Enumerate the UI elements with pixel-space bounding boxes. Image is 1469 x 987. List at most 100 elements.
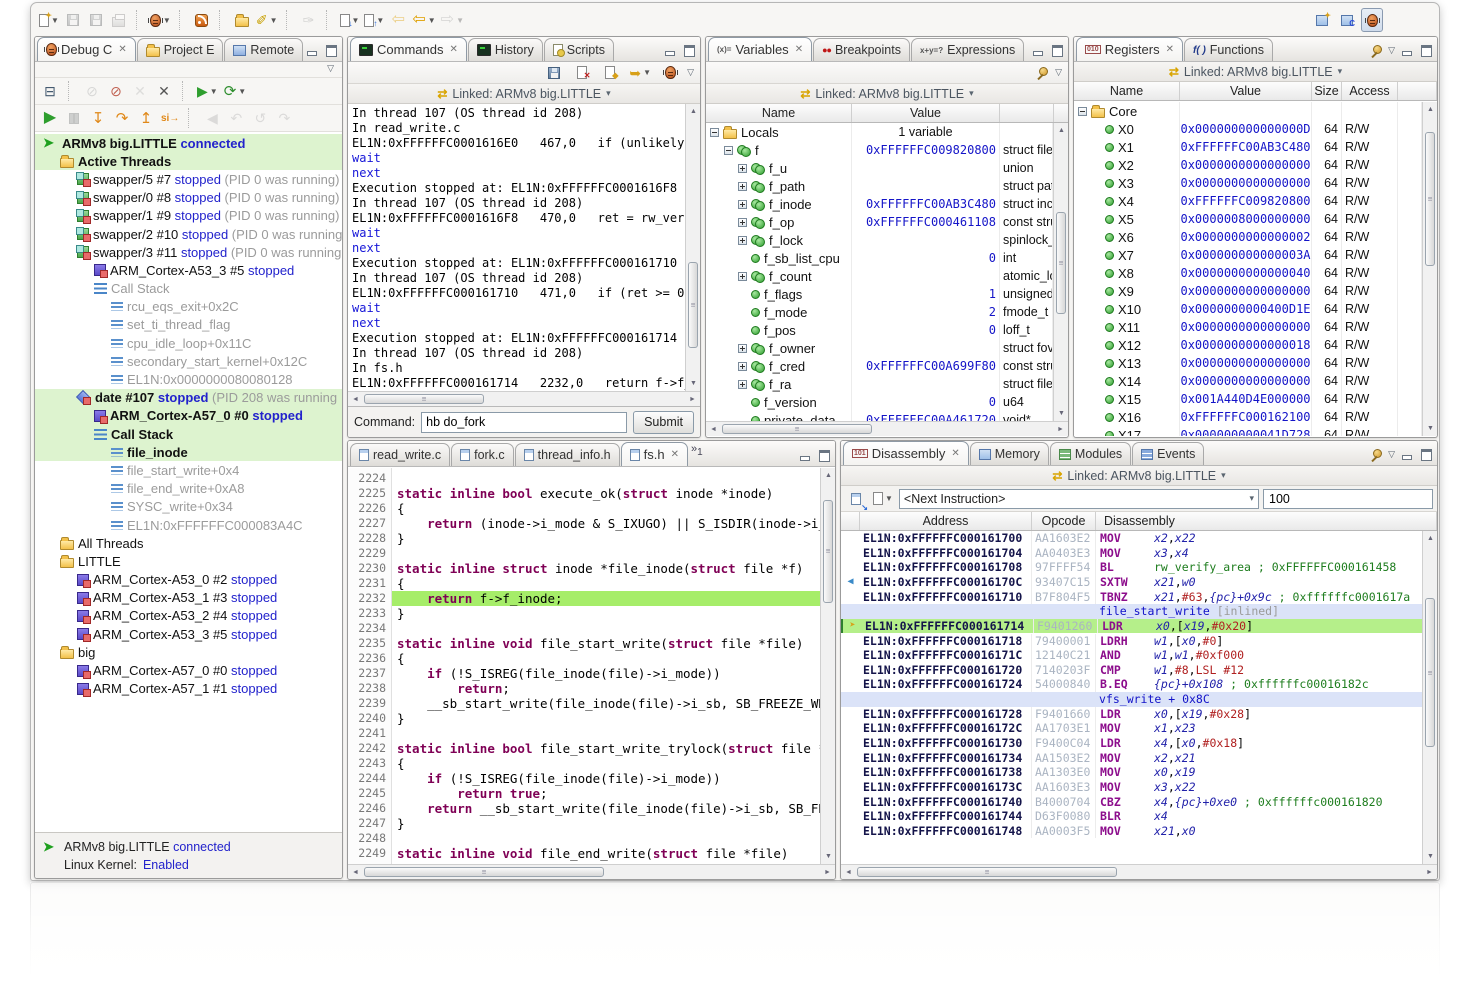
scroll-lock-button[interactable]: ◆ (599, 61, 621, 85)
variable-row[interactable]: f_cred0xFFFFFFC00A699F80const stru (706, 357, 1053, 375)
collapse-toggle[interactable] (724, 146, 733, 155)
variable-row[interactable]: Locals1 variable (706, 123, 1053, 141)
column-header-Access[interactable]: Access (1342, 82, 1398, 100)
tab-thread-info-h[interactable]: thread_info.h (515, 443, 620, 466)
scroll-up-icon[interactable]: ▲ (1423, 531, 1438, 546)
scroll-left-icon[interactable]: ◄ (841, 865, 856, 880)
connect-debugger-button[interactable] (659, 61, 681, 85)
scroll-right-icon[interactable]: ► (1053, 422, 1068, 437)
new-wizard-button[interactable]: ✦▼ (37, 8, 61, 32)
tab-functions[interactable]: f( )Functions (1184, 38, 1273, 61)
instruction-row[interactable]: EL1N:0xFFFFFFC000161748AA0003F5MOVx21,x0 (841, 824, 1422, 839)
instruction-row[interactable]: EL1N:0xFFFFFFC00016170897FFFF54BLrw_veri… (841, 560, 1422, 575)
tab-disassembly[interactable]: 101Disassembly✕ (843, 441, 969, 465)
variable-row[interactable]: private_data0xFFFFFFC00A461720void* (706, 411, 1053, 421)
scroll-down-icon[interactable]: ▼ (686, 376, 701, 391)
scroll-thumb[interactable]: ≡ (364, 867, 604, 877)
chevron-down-icon[interactable]: ▼ (238, 87, 246, 96)
variable-row[interactable]: f_ownerstruct fov (706, 339, 1053, 357)
pin-icon[interactable] (1370, 448, 1383, 461)
register-row[interactable]: X130x000000000000000064R/W (1074, 354, 1422, 372)
register-row[interactable]: X20x000000000000000064R/W (1074, 156, 1422, 174)
scroll-right-icon[interactable]: ► (820, 865, 835, 880)
debug-tree-item[interactable]: Call Stack (35, 280, 342, 298)
register-row[interactable]: X90x000000000000000064R/W (1074, 282, 1422, 300)
pin-icon[interactable] (1370, 44, 1383, 57)
register-row[interactable]: X150x001A440D4E00000064R/W (1074, 390, 1422, 408)
current-code-line[interactable]: return f->f_inode; (392, 591, 820, 606)
column-header-Value[interactable]: Value (1180, 82, 1312, 100)
register-row[interactable]: X110x000000000000000064R/W (1074, 318, 1422, 336)
submit-button[interactable]: Submit (633, 411, 694, 434)
code-line[interactable]: } (392, 816, 820, 831)
variable-row[interactable]: f_uunion (706, 159, 1053, 177)
minimize-button[interactable] (1400, 45, 1414, 57)
chevron-down-icon[interactable]: ▼ (376, 16, 384, 25)
open-perspective-button[interactable]: ✦ (1311, 8, 1333, 32)
register-row[interactable]: X80x000000000000004064R/W (1074, 264, 1422, 282)
expand-toggle[interactable] (738, 218, 747, 227)
instruction-row[interactable]: EL1N:0xFFFFFFC0001617207140203FCMPw1,#8,… (841, 663, 1422, 678)
tab-history[interactable]: History (468, 38, 543, 61)
collapse-toggle[interactable] (1078, 107, 1087, 116)
back-small-button[interactable]: ⇦ (387, 8, 409, 32)
debug-tree-item[interactable]: swapper/5 #7 stopped (PID 0 was running) (35, 170, 342, 188)
disassembly-vscrollbar[interactable]: ▲ ≡ ▼ (1422, 531, 1437, 864)
debug-tree-item[interactable]: ARM_Cortex-A57_0 #0 stopped (35, 661, 342, 679)
scroll-thumb[interactable]: ≡ (1425, 598, 1435, 748)
tab-project-explorer[interactable]: Project E (137, 38, 224, 61)
expand-toggle[interactable] (738, 272, 747, 281)
column-header-opcode[interactable]: Opcode (1032, 512, 1096, 530)
code-line[interactable]: { (392, 501, 820, 516)
scroll-thumb[interactable]: ≡ (823, 500, 833, 603)
save-console-button[interactable] (543, 61, 565, 85)
variable-row[interactable]: f_pathstruct pat (706, 177, 1053, 195)
column-header-type[interactable] (1000, 104, 1054, 122)
editor-code[interactable]: static inline bool execute_ok(struct ino… (392, 468, 820, 864)
export-disassembly-button[interactable]: ↘ (845, 487, 867, 511)
column-header-extra[interactable] (1398, 82, 1437, 100)
column-header-address[interactable]: Address (860, 512, 1032, 530)
scroll-thumb[interactable]: ≡ (1425, 132, 1435, 266)
tab-modules[interactable]: Modules (1050, 442, 1131, 465)
register-row[interactable]: Core (1074, 102, 1422, 120)
instruction-row[interactable]: EL1N:0xFFFFFFC000161728F9401660LDRx0,[x1… (841, 707, 1422, 722)
chevron-down-icon[interactable]: ▼ (456, 16, 464, 25)
column-header-Value[interactable]: Value (852, 104, 1000, 122)
chevron-down-icon[interactable]: ▼ (643, 68, 651, 77)
debug-tree-item[interactable]: ARM_Cortex-A53_0 #2 stopped (35, 571, 342, 589)
minimize-button[interactable] (1031, 45, 1045, 57)
scroll-down-icon[interactable]: ▼ (1423, 421, 1438, 436)
instruction-row[interactable]: EL1N:0xFFFFFFC00016171C12140C21ANDw1,w1,… (841, 648, 1422, 663)
tab-scripts[interactable]: Scripts (544, 38, 614, 61)
column-header-Name[interactable]: Name (1074, 82, 1180, 100)
variables-vscrollbar[interactable]: ▲ ≡ ▼ (1053, 123, 1068, 421)
debug-tree-item[interactable]: All Threads (35, 534, 342, 552)
disassembly-hscrollbar[interactable]: ◄ ≡ ► (841, 864, 1437, 879)
command-console[interactable]: In thread 107 (OS thread id 208)In read_… (348, 104, 685, 391)
code-line[interactable]: return __sb_start_write(file_inode(file)… (392, 801, 820, 816)
register-row[interactable]: X70x000000000000003A64R/W (1074, 246, 1422, 264)
instruction-row[interactable]: EL1N:0xFFFFFFC00016172454000840B.EQ{pc}+… (841, 677, 1422, 692)
scroll-up-icon[interactable]: ▲ (821, 468, 836, 483)
code-line[interactable] (392, 621, 820, 636)
commit-button[interactable]: ↓▼ (338, 8, 362, 32)
tab-fork-c[interactable]: fork.c (451, 443, 514, 466)
code-line[interactable] (392, 546, 820, 561)
tab-expressions[interactable]: x+y=?Expressions (911, 38, 1024, 61)
tab-variables[interactable]: (x)=Variables✕ (708, 37, 812, 61)
code-line[interactable]: { (392, 756, 820, 771)
console-vscrollbar[interactable]: ▲ ≡ ▼ (685, 104, 700, 391)
register-row[interactable]: X140x000000000000000064R/W (1074, 372, 1422, 390)
step-out-button[interactable]: ↥ (135, 106, 157, 130)
collapse-all-button[interactable]: ⊟ (39, 79, 61, 103)
code-line[interactable]: if (!S_ISREG(file_inode(file)->i_mode)) (392, 771, 820, 786)
chevron-down-icon[interactable]: ▼ (352, 16, 360, 25)
instruction-count-input[interactable]: 100 (1263, 489, 1433, 509)
connect-button[interactable]: ▶▼ (195, 79, 220, 103)
instruction-row[interactable]: EL1N:0xFFFFFFC00016171879400001LDRHw1,[x… (841, 633, 1422, 648)
code-line[interactable]: return true; (392, 786, 820, 801)
debug-tree-item[interactable]: SYSC_write+0x34 (35, 498, 342, 516)
debug-tree-item[interactable]: swapper/2 #10 stopped (PID 0 was running (35, 225, 342, 243)
tab-registers[interactable]: 010Registers✕ (1076, 37, 1183, 61)
